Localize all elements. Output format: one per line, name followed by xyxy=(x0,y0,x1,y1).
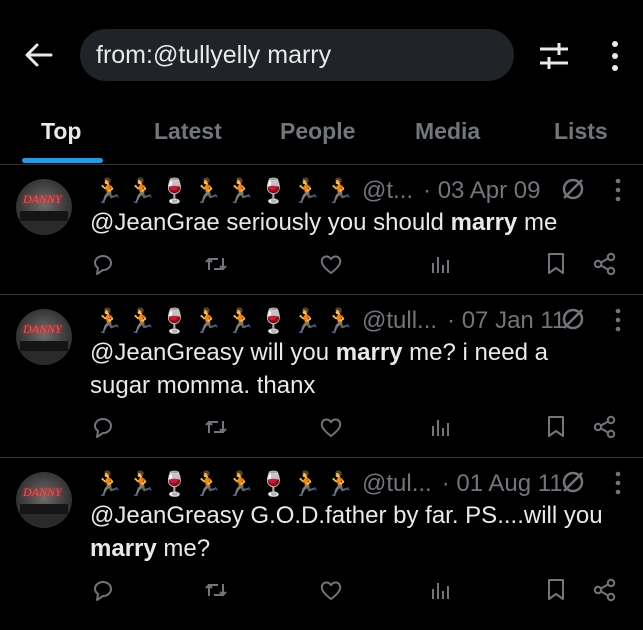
no-edit-icon xyxy=(560,469,586,495)
tweet-date[interactable]: · 03 Apr 09 xyxy=(423,177,540,205)
tweet[interactable]: DANNY 🏃 🏃 🍷 🏃 🏃 🍷 🏃 🏃 @tul... · 01 Aug 1… xyxy=(0,458,643,630)
runner-emoji: 🏃 xyxy=(93,307,124,335)
share-icon[interactable] xyxy=(592,577,618,603)
reply-icon[interactable] xyxy=(90,414,116,440)
sliders-icon[interactable] xyxy=(536,38,572,74)
bookmark-icon[interactable] xyxy=(543,577,569,603)
tweet-more-icon[interactable] xyxy=(612,470,624,496)
tweet-handle[interactable]: @tul... xyxy=(362,470,432,498)
tab-media[interactable]: Media xyxy=(415,118,480,145)
search-input[interactable] xyxy=(96,40,496,70)
tweet-actions xyxy=(0,577,643,607)
avatar-neon-text: DANNY xyxy=(23,322,62,336)
search-match: marry xyxy=(335,339,403,366)
search-match: marry xyxy=(90,535,157,562)
tab-lists[interactable]: Lists xyxy=(554,118,608,145)
avatar-neon-text: DANNY xyxy=(23,192,62,206)
tweet-actions xyxy=(0,251,643,281)
wine-emoji: 🍷 xyxy=(159,470,190,498)
views-icon[interactable] xyxy=(428,251,454,277)
runner-emoji: 🏃 xyxy=(126,307,157,335)
runner-emoji: 🏃 xyxy=(291,307,322,335)
search-bar[interactable] xyxy=(80,29,514,81)
runner-emoji: 🏃 xyxy=(225,177,256,205)
runner-emoji: 🏃 xyxy=(324,177,355,205)
avatar[interactable]: DANNY xyxy=(16,179,72,235)
runner-emoji: 🏃 xyxy=(324,470,355,498)
runner-emoji: 🏃 xyxy=(192,470,223,498)
tweet-date[interactable]: · 07 Jan 11 xyxy=(447,307,565,335)
runner-emoji: 🏃 xyxy=(192,177,223,205)
bookmark-icon[interactable] xyxy=(543,414,569,440)
runner-emoji: 🏃 xyxy=(291,470,322,498)
wine-emoji: 🍷 xyxy=(159,307,190,335)
heart-icon[interactable] xyxy=(318,414,344,440)
tweet-handle[interactable]: @t... xyxy=(362,177,413,205)
tweet-more-icon[interactable] xyxy=(612,177,624,203)
retweet-icon[interactable] xyxy=(203,251,229,277)
retweet-icon[interactable] xyxy=(203,577,229,603)
wine-emoji: 🍷 xyxy=(159,177,190,205)
views-icon[interactable] xyxy=(428,414,454,440)
wine-emoji: 🍷 xyxy=(258,307,289,335)
tweet-handle[interactable]: @tull... xyxy=(362,307,437,335)
search-match: marry xyxy=(450,209,518,236)
active-tab-indicator xyxy=(22,158,103,163)
avatar[interactable]: DANNY xyxy=(16,472,72,528)
tweet-text: @JeanGreasy will you marry me? i need as… xyxy=(90,339,548,399)
wine-emoji: 🍷 xyxy=(258,470,289,498)
tweet-header: 🏃 🏃 🍷 🏃 🏃 🍷 🏃 🏃 @t... · 03 Apr 09 xyxy=(92,175,622,207)
bookmark-icon[interactable] xyxy=(543,251,569,277)
share-icon[interactable] xyxy=(592,414,618,440)
heart-icon[interactable] xyxy=(318,251,344,277)
tweet-date[interactable]: · 01 Aug 11 xyxy=(442,470,563,498)
avatar-neon-text: DANNY xyxy=(23,485,62,499)
runner-emoji: 🏃 xyxy=(126,177,157,205)
wine-emoji: 🍷 xyxy=(258,177,289,205)
runner-emoji: 🏃 xyxy=(291,177,322,205)
runner-emoji: 🏃 xyxy=(324,307,355,335)
no-edit-icon xyxy=(560,306,586,332)
views-icon[interactable] xyxy=(428,577,454,603)
runner-emoji: 🏃 xyxy=(93,177,124,205)
heart-icon[interactable] xyxy=(318,577,344,603)
tweet-text: @JeanGrae seriously you should marry me xyxy=(90,209,558,236)
reply-icon[interactable] xyxy=(90,251,116,277)
tweet-header: 🏃 🏃 🍷 🏃 🏃 🍷 🏃 🏃 @tul... · 01 Aug 11 xyxy=(92,468,622,500)
runner-emoji: 🏃 xyxy=(93,470,124,498)
back-icon[interactable] xyxy=(22,38,56,72)
tweet-header: 🏃 🏃 🍷 🏃 🏃 🍷 🏃 🏃 @tull... · 07 Jan 11 xyxy=(92,305,622,337)
reply-icon[interactable] xyxy=(90,577,116,603)
runner-emoji: 🏃 xyxy=(192,307,223,335)
tweet-actions xyxy=(0,414,643,444)
tab-people[interactable]: People xyxy=(280,118,355,145)
runner-emoji: 🏃 xyxy=(126,470,157,498)
tab-top[interactable]: Top xyxy=(41,118,81,145)
top-bar xyxy=(0,0,643,108)
avatar[interactable]: DANNY xyxy=(16,309,72,365)
no-edit-icon xyxy=(560,176,586,202)
tweet-text: @JeanGreasy G.O.D.father by far. PS....w… xyxy=(90,502,603,562)
retweet-icon[interactable] xyxy=(203,414,229,440)
tab-latest[interactable]: Latest xyxy=(154,118,222,145)
more-vertical-icon[interactable] xyxy=(604,38,626,74)
tweet-more-icon[interactable] xyxy=(612,307,624,333)
search-tabs: Top Latest People Media Lists xyxy=(0,108,643,165)
tweet[interactable]: DANNY 🏃 🏃 🍷 🏃 🏃 🍷 🏃 🏃 @tull... · 07 Jan … xyxy=(0,295,643,458)
share-icon[interactable] xyxy=(592,251,618,277)
runner-emoji: 🏃 xyxy=(225,470,256,498)
runner-emoji: 🏃 xyxy=(225,307,256,335)
tweet[interactable]: DANNY 🏃 🏃 🍷 🏃 🏃 🍷 🏃 🏃 @t... · 03 Apr 09 … xyxy=(0,165,643,295)
